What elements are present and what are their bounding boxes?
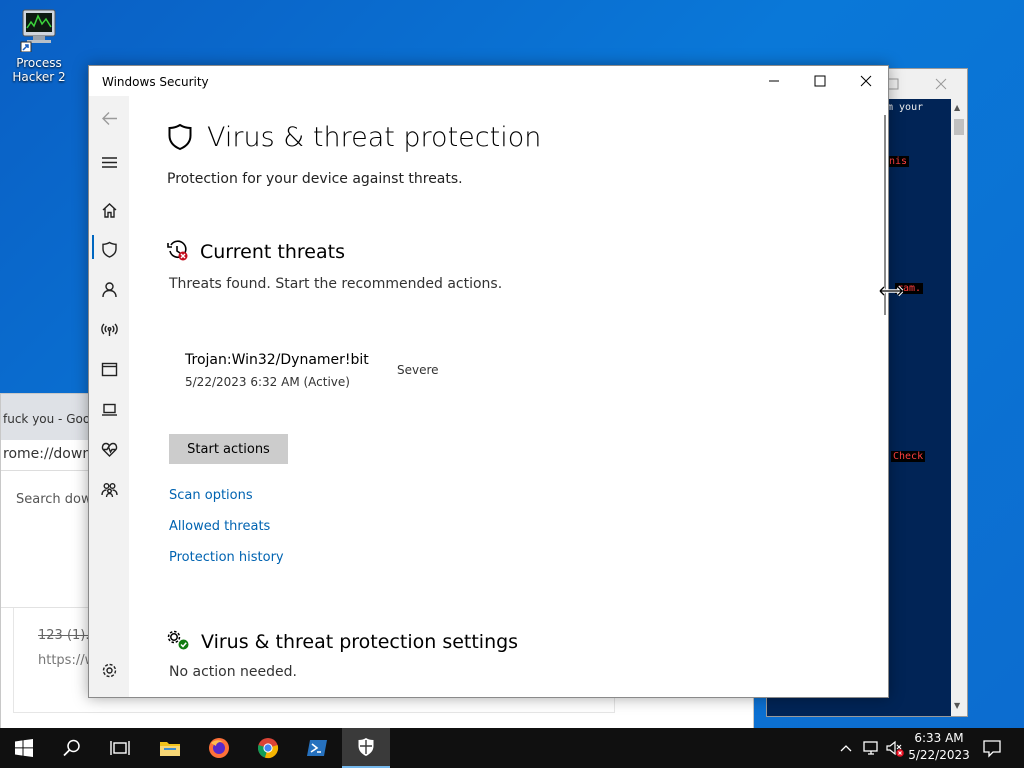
back-icon [101,111,117,125]
network-icon [863,741,878,755]
family-icon [100,482,118,497]
download-file-url[interactable]: https://w [38,653,95,668]
process-hacker-desktop-icon[interactable]: Process Hacker 2 [8,8,70,84]
threat-item[interactable]: Trojan:Win32/Dynamer!bit 5/22/2023 6:32 … [173,346,473,392]
action-center-button[interactable] [982,738,1002,762]
menu-button[interactable] [89,148,129,176]
volume-status[interactable] [885,740,905,762]
scan-options-link[interactable]: Scan options [169,488,253,503]
ps-line: m your [887,102,924,113]
threat-name[interactable]: Trojan:Win32/Dynamer!bit [185,352,369,368]
windows-logo-icon [15,739,33,757]
settings-section-heading: Virus & threat protection settings [201,631,519,653]
ps-scroll-thumb[interactable] [954,119,964,135]
firefox-button[interactable] [195,728,243,768]
nav-home[interactable] [89,196,129,224]
allowed-threats-link[interactable]: Allowed threats [169,519,270,534]
ps-scrollbar[interactable]: ▲ ▼ [951,99,967,716]
current-threats-heading: Current threats [200,241,345,263]
chrome-tab-title[interactable]: fuck you - Goog [3,412,98,426]
device-security-icon [101,403,117,416]
page-title: Virus & threat protection [207,122,542,153]
file-explorer-button[interactable] [146,728,194,768]
search-icon [63,739,80,757]
firefox-icon [209,738,229,758]
threat-time: 5/22/2023 6:32 AM (Active) [185,375,350,389]
close-button[interactable] [843,66,889,96]
maximize-icon [814,75,826,87]
back-button[interactable] [89,104,129,132]
navigation-sidebar [89,96,129,697]
nav-app-browser[interactable] [89,355,129,383]
current-threats-icon [167,240,189,266]
ps-scroll-up-icon[interactable]: ▲ [954,103,960,112]
folder-icon [160,742,180,756]
nav-account[interactable] [89,275,129,303]
app-browser-icon [101,362,117,376]
chevron-up-icon [840,745,852,752]
network-status[interactable] [862,740,880,760]
menu-icon [101,156,117,168]
minimize-icon [769,80,779,82]
resize-cursor-icon [878,283,904,302]
chrome-icon [258,738,279,759]
nav-settings[interactable] [89,656,129,684]
account-icon [101,281,117,297]
volume-muted-icon [886,740,904,757]
page-subtitle: Protection for your device against threa… [167,171,463,187]
windows-security-button[interactable] [342,728,390,768]
taskbar-clock[interactable]: 6:33 AM 5/22/2023 [908,730,970,764]
nav-device-security[interactable] [89,395,129,423]
minimize-button[interactable] [751,66,797,96]
start-actions-button[interactable]: Start actions [169,434,288,464]
security-shield-icon [358,738,374,756]
clock-time: 6:33 AM [914,731,964,745]
taskbar: 6:33 AM 5/22/2023 [0,728,1024,768]
settings-icon [102,663,116,677]
nav-device-health[interactable] [89,435,129,463]
ps-close-icon[interactable] [935,75,949,90]
nav-family[interactable] [89,475,129,503]
settings-gear-check-icon [167,630,191,656]
icon-label-line1: Process [16,56,62,70]
shield-icon [101,241,117,258]
start-button[interactable] [0,728,48,768]
clock-date: 5/22/2023 [908,748,970,762]
nav-firewall[interactable] [89,315,129,343]
windows-security-window[interactable]: Windows Security Virus & threat protecti… [88,65,889,698]
protection-history-link[interactable]: Protection history [169,550,284,565]
page-shield-icon [167,123,193,155]
window-title: Windows Security [102,75,209,89]
chrome-button[interactable] [244,728,292,768]
close-icon [860,75,872,87]
ps-maximize-icon[interactable] [887,75,901,90]
task-view-button[interactable] [96,728,144,768]
ps-line: nis [887,156,910,167]
threat-severity: Severe [397,363,439,377]
search-button[interactable] [48,728,96,768]
task-view-icon [110,741,130,755]
firewall-icon [100,323,118,336]
ps-line: Check [891,451,926,462]
current-threats-description: Threats found. Start the recommended act… [169,276,503,292]
ps-scroll-down-icon[interactable]: ▼ [954,701,960,710]
icon-label-line2: Hacker 2 [12,70,66,84]
notification-icon [983,740,1001,758]
powershell-button[interactable] [293,728,341,768]
process-hacker-icon [19,8,59,53]
powershell-icon [307,740,327,756]
show-hidden-icons[interactable] [839,740,853,759]
health-icon [101,442,117,457]
home-icon [102,202,116,218]
maximize-button[interactable] [797,66,843,96]
settings-section-status: No action needed. [169,664,297,680]
nav-virus-protection[interactable] [89,235,129,263]
